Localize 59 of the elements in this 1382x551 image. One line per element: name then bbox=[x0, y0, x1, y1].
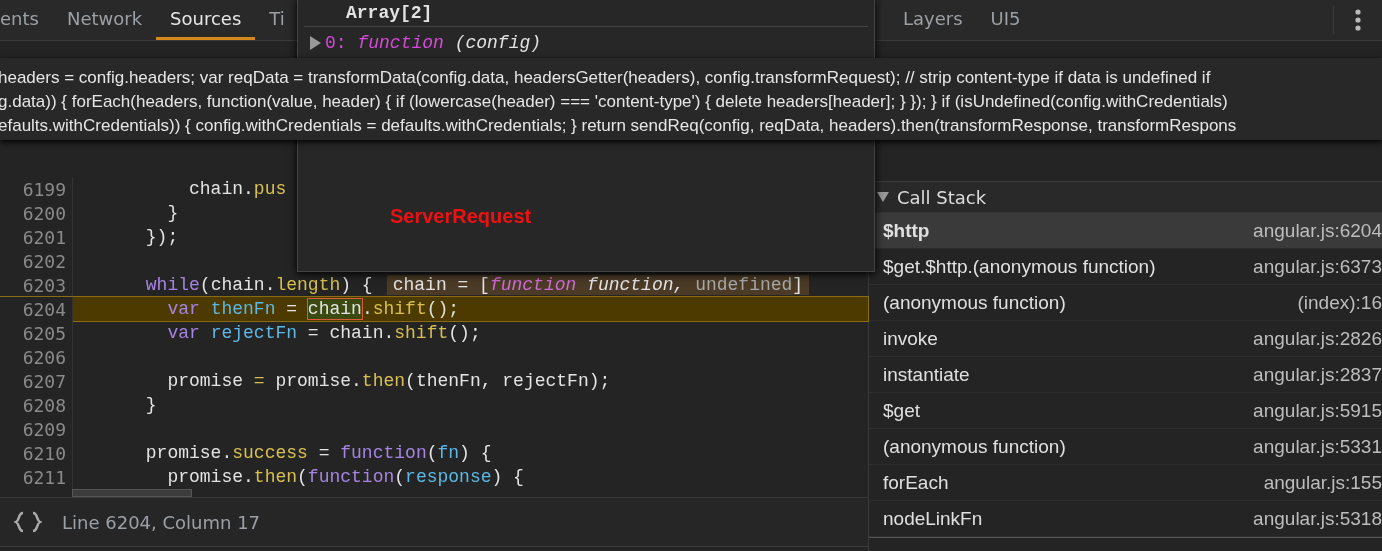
code-line: promise.success = function(fn) { bbox=[144, 443, 492, 463]
line-number: 6207 bbox=[21, 370, 67, 392]
line-number: 6199 bbox=[21, 178, 67, 200]
frame-name: $http bbox=[883, 219, 930, 242]
popover-title: Array[2] bbox=[304, 0, 868, 27]
inline-value: chain = [function function, undefined] bbox=[386, 275, 810, 295]
frame-location[interactable]: angular.js:2837 bbox=[1253, 363, 1382, 386]
line-number: 6203 bbox=[21, 274, 67, 296]
frame-name: (anonymous function) bbox=[883, 291, 1066, 314]
property-entry[interactable]: 0: function (config) bbox=[325, 33, 542, 53]
frame-location[interactable]: (index):16 bbox=[1297, 291, 1382, 314]
code-line: while(chain.length) { bbox=[144, 275, 373, 295]
expand-triangle-icon bbox=[877, 192, 889, 202]
panel-tab[interactable]: Layers bbox=[889, 0, 977, 40]
line-number: 6200 bbox=[21, 202, 67, 224]
panel-tab[interactable]: Ti bbox=[255, 0, 299, 40]
scrollbar-thumb[interactable] bbox=[72, 489, 192, 497]
code-line: } bbox=[144, 395, 157, 415]
frame-location[interactable]: angular.js:6373 bbox=[1253, 255, 1382, 278]
code-line: } bbox=[166, 203, 179, 223]
section-title: Call Stack bbox=[897, 186, 987, 208]
cursor-position: Line 6204, Column 17 bbox=[62, 511, 261, 533]
line-number: 6209 bbox=[21, 418, 67, 440]
code-line: var thenFn = chain.shift(); bbox=[166, 299, 460, 319]
frame-location[interactable]: angular.js:5318 bbox=[1253, 507, 1382, 530]
line-number: 6202 bbox=[21, 250, 67, 272]
frame-location[interactable]: angular.js:5331 bbox=[1253, 435, 1382, 458]
frame-name: (anonymous function) bbox=[883, 435, 1066, 458]
expand-triangle-icon[interactable] bbox=[310, 36, 321, 50]
more-options-icon[interactable] bbox=[1355, 9, 1361, 31]
tooltip-text: headers = config.headers; var reqData = transformData(config.data, headersGetter(headers), config.transformRequest); // strip content-type if data is undefined if bbox=[0, 67, 1212, 89]
panel-tab[interactable]: ents bbox=[0, 0, 53, 40]
frame-name: instantiate bbox=[883, 363, 970, 386]
line-number: 6205 bbox=[21, 322, 67, 344]
frame-location[interactable]: angular.js:5915 bbox=[1253, 399, 1382, 422]
frame-name: invoke bbox=[883, 327, 938, 350]
line-number: 6208 bbox=[21, 394, 67, 416]
frame-location[interactable]: angular.js:6204 bbox=[1253, 219, 1382, 242]
frame-location[interactable]: angular.js:2826 bbox=[1253, 327, 1382, 350]
frame-location[interactable]: angular.js:155 bbox=[1263, 471, 1382, 494]
line-number: 6204 bbox=[21, 298, 67, 320]
code-line: promise.then(function(response) { bbox=[166, 467, 524, 487]
line-number: 6201 bbox=[21, 226, 67, 248]
code-line: chain.pus bbox=[188, 179, 287, 199]
annotation-label: ServerRequest bbox=[390, 205, 533, 228]
frame-name: $get.$http.(anonymous function) bbox=[883, 255, 1156, 278]
line-number: 6206 bbox=[21, 346, 67, 368]
braces-icon[interactable] bbox=[14, 511, 42, 533]
line-number: 6210 bbox=[21, 442, 67, 464]
frame-name: $get bbox=[883, 399, 920, 422]
code-line: var rejectFn = chain.shift(); bbox=[166, 323, 481, 343]
panel-tab[interactable]: Sources bbox=[156, 0, 256, 40]
code-line: promise = promise.then(thenFn, rejectFn); bbox=[166, 371, 611, 391]
frame-name: forEach bbox=[883, 471, 949, 494]
line-number: 6211 bbox=[21, 466, 67, 488]
panel-tab[interactable]: Network bbox=[52, 0, 157, 40]
frame-name: nodeLinkFn bbox=[883, 507, 983, 530]
panel-tab[interactable]: UI5 bbox=[976, 0, 1035, 40]
code-line: }); bbox=[144, 227, 179, 247]
